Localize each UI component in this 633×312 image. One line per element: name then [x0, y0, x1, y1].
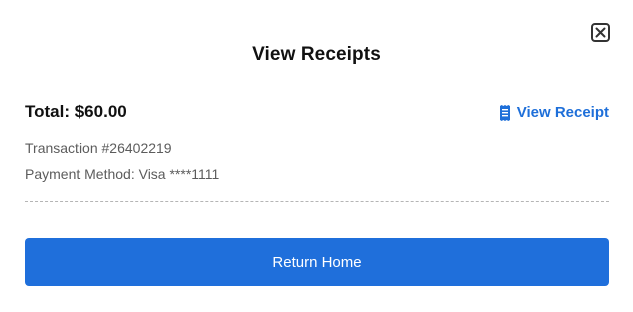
close-button[interactable]: [591, 23, 610, 42]
view-receipt-link[interactable]: View Receipt: [499, 104, 609, 121]
modal-title: View Receipts: [252, 44, 381, 65]
view-receipt-label: View Receipt: [516, 104, 609, 121]
dashed-divider: [25, 201, 609, 202]
return-home-button[interactable]: Return Home: [25, 238, 609, 286]
receipts-modal: View Receipts Total: $60.00 View Receipt…: [0, 0, 633, 312]
transaction-number: Transaction #26402219: [25, 140, 172, 156]
payment-method: Payment Method: Visa ****1111: [25, 166, 220, 182]
close-x-icon: [595, 27, 606, 38]
total-amount: Total: $60.00: [25, 102, 127, 121]
receipt-icon: [499, 104, 510, 121]
